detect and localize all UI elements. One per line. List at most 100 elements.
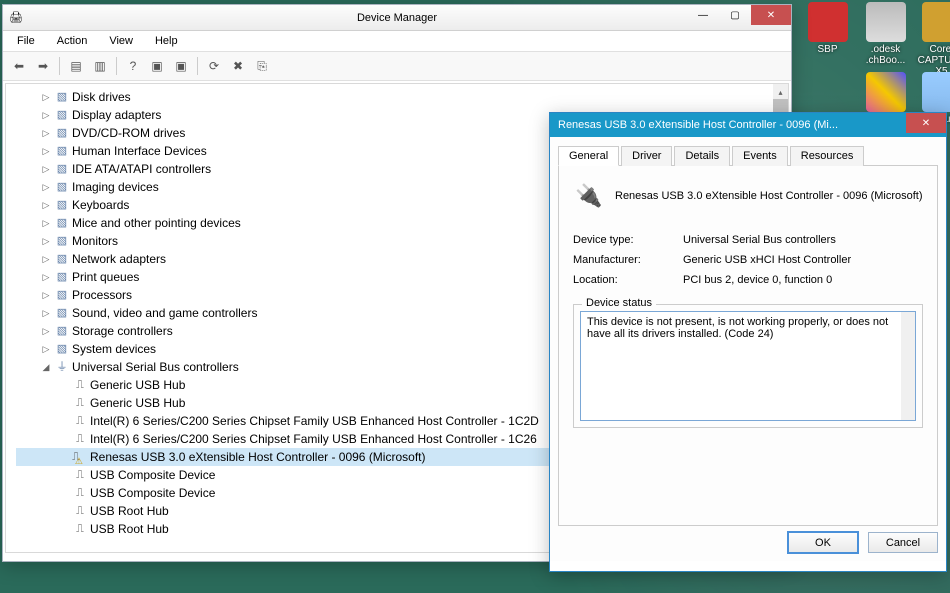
expand-icon[interactable]: ▷: [40, 88, 52, 106]
maximize-button[interactable]: ▢: [719, 5, 751, 25]
titlebar[interactable]: 🖨 Device Manager ― ▢ ✕: [3, 5, 791, 31]
close-button[interactable]: ✕: [751, 5, 791, 25]
toolbar: ⬅ ➡ ▤ ▥ ? ▣ ▣ ⟳ ✖ ⎘: [3, 52, 791, 81]
shortcut-icon: [866, 72, 906, 112]
expand-icon[interactable]: ▷: [40, 340, 52, 358]
status-scrollbar[interactable]: [901, 312, 915, 420]
usb-plug-icon: ⎍: [72, 521, 88, 537]
usb-plug-icon: ⎍: [72, 431, 88, 447]
properties-button[interactable]: ▥: [90, 56, 110, 76]
help-button[interactable]: ?: [123, 56, 143, 76]
expand-icon[interactable]: ▷: [40, 268, 52, 286]
tree-label: Print queues: [72, 268, 139, 286]
shortcut-icon: [808, 2, 848, 42]
tree-label: Intel(R) 6 Series/C200 Series Chipset Fa…: [90, 430, 537, 448]
usb-plug-icon: ⎍: [72, 485, 88, 501]
label: Location:: [573, 274, 683, 286]
status-text: This device is not present, is not worki…: [587, 316, 888, 340]
desktop-shortcut[interactable]: [858, 72, 913, 114]
usb-plug-icon: ⎍: [72, 395, 88, 411]
device-status-text[interactable]: This device is not present, is not worki…: [580, 311, 916, 421]
tree-label: Network adapters: [72, 250, 166, 268]
menu-file[interactable]: File: [7, 33, 45, 49]
expand-icon[interactable]: ▷: [40, 160, 52, 178]
scroll-up-icon[interactable]: ▴: [773, 84, 788, 99]
tab-general[interactable]: General: [558, 146, 619, 166]
usb-controller-icon: ⏚: [54, 359, 70, 375]
expand-icon[interactable]: ▷: [40, 286, 52, 304]
expand-icon[interactable]: ▷: [40, 304, 52, 322]
device-category-icon: ▧: [54, 143, 70, 159]
menu-help[interactable]: Help: [145, 33, 188, 49]
dialog-title: Renesas USB 3.0 eXtensible Host Controll…: [558, 119, 838, 131]
tree-label: Generic USB Hub: [90, 394, 185, 412]
menu-view[interactable]: View: [99, 33, 143, 49]
tab-strip: GeneralDriverDetailsEventsResources: [558, 145, 938, 166]
scan-hardware-button[interactable]: ⟳: [204, 56, 224, 76]
expand-icon[interactable]: ▷: [40, 196, 52, 214]
ok-button[interactable]: OK: [788, 532, 858, 553]
tree-label: Keyboards: [72, 196, 129, 214]
tree-label: DVD/CD-ROM drives: [72, 124, 185, 142]
tab-details[interactable]: Details: [674, 146, 730, 166]
usb-plug-icon: ⎍: [72, 413, 88, 429]
row-device-type: Device type: Universal Serial Bus contro…: [573, 234, 923, 246]
label: Device type:: [573, 234, 683, 246]
value: PCI bus 2, device 0, function 0: [683, 274, 832, 286]
expand-icon[interactable]: ▷: [40, 106, 52, 124]
tree-label: USB Composite Device: [90, 484, 215, 502]
row-location: Location: PCI bus 2, device 0, function …: [573, 274, 923, 286]
nav-forward-button[interactable]: ➡: [33, 56, 53, 76]
tab-driver[interactable]: Driver: [621, 146, 672, 166]
cancel-button[interactable]: Cancel: [868, 532, 938, 553]
shortcut-icon: [866, 2, 906, 42]
app-icon: 🖨: [9, 11, 23, 25]
device-category-icon: ▧: [54, 215, 70, 231]
shortcut-label: SBP: [817, 44, 837, 55]
menu-action[interactable]: Action: [47, 33, 98, 49]
shortcut-icon: [922, 2, 950, 42]
tree-label: USB Composite Device: [90, 466, 215, 484]
expand-icon[interactable]: ▷: [40, 250, 52, 268]
device-category-icon: ▧: [54, 305, 70, 321]
expand-icon[interactable]: ▷: [40, 142, 52, 160]
device-category-icon: ▧: [54, 89, 70, 105]
desktop-shortcut[interactable]: SBP: [800, 2, 855, 55]
device-category-icon: ▧: [54, 107, 70, 123]
device-category-icon: ▧: [54, 125, 70, 141]
device-alt-button[interactable]: ▣: [171, 56, 191, 76]
separator: [116, 57, 117, 75]
tab-events[interactable]: Events: [732, 146, 788, 166]
device-category-icon: ▧: [54, 341, 70, 357]
tree-category[interactable]: ▷▧Disk drives: [16, 88, 788, 106]
device-category-icon: ▧: [54, 287, 70, 303]
device-button[interactable]: ▣: [147, 56, 167, 76]
value: Generic USB xHCI Host Controller: [683, 254, 851, 266]
device-category-icon: ▧: [54, 323, 70, 339]
tab-resources[interactable]: Resources: [790, 146, 865, 166]
update-driver-button[interactable]: ⎘: [252, 56, 272, 76]
tree-label: Storage controllers: [72, 322, 173, 340]
uninstall-button[interactable]: ✖: [228, 56, 248, 76]
tree-label: Monitors: [72, 232, 118, 250]
dialog-titlebar[interactable]: Renesas USB 3.0 eXtensible Host Controll…: [550, 113, 946, 137]
separator: [59, 57, 60, 75]
show-hide-tree-button[interactable]: ▤: [66, 56, 86, 76]
device-category-icon: ▧: [54, 179, 70, 195]
tree-label: Generic USB Hub: [90, 376, 185, 394]
nav-back-button[interactable]: ⬅: [9, 56, 29, 76]
desktop-shortcut[interactable]: .odesk .chBoo...: [858, 2, 913, 66]
dialog-close-button[interactable]: ✕: [906, 113, 946, 133]
expand-icon[interactable]: ▷: [40, 232, 52, 250]
collapse-icon[interactable]: ◢: [40, 358, 52, 376]
expand-icon[interactable]: ▷: [40, 214, 52, 232]
desktop-shortcut[interactable]: Corel CAPTURE X5: [914, 2, 950, 77]
device-category-icon: ▧: [54, 197, 70, 213]
tree-label: USB Root Hub: [90, 502, 169, 520]
usb-device-icon: 🔌: [573, 180, 605, 212]
tree-label: IDE ATA/ATAPI controllers: [72, 160, 211, 178]
expand-icon[interactable]: ▷: [40, 322, 52, 340]
expand-icon[interactable]: ▷: [40, 124, 52, 142]
expand-icon[interactable]: ▷: [40, 178, 52, 196]
minimize-button[interactable]: ―: [687, 5, 719, 25]
